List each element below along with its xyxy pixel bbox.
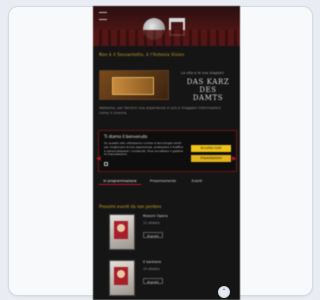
event-poster[interactable] xyxy=(109,214,135,250)
event-date: 19 ottobre xyxy=(143,267,160,271)
scroll-up-icon[interactable]: ⌃ xyxy=(218,286,230,298)
event-tickets-button[interactable]: Biglietti xyxy=(143,232,163,238)
hero-banner xyxy=(93,6,240,46)
body-text: Abbiamo, per fornirvi una esperienza in … xyxy=(99,106,221,115)
ad-title: DAS KARZ DES DAMTS xyxy=(183,78,233,102)
event-tickets-button[interactable]: Biglietti xyxy=(143,278,163,284)
event-title[interactable]: Rossini Opera xyxy=(143,214,168,218)
tab-prossimamente[interactable]: Prossimamente xyxy=(145,178,181,184)
ad-image-frame xyxy=(112,77,154,95)
cookie-checkbox[interactable] xyxy=(104,162,108,166)
chevron-right-icon[interactable]: ▶ xyxy=(232,156,237,162)
cookie-dialog: Ti diamo il benvenuto Su questo sito uti… xyxy=(98,130,237,172)
chevron-left-icon[interactable]: ◀ xyxy=(96,156,101,162)
tab-bar: In programmazione Prossimamente Eventi xyxy=(99,178,235,186)
tab-in-programmazione[interactable]: In programmazione xyxy=(99,178,141,185)
accept-button[interactable]: Accetta tutti xyxy=(191,145,231,152)
poster-face xyxy=(117,224,125,232)
phone-screenshot: Non è il Sessantotto, è l'Antonia Vision… xyxy=(93,6,240,300)
theater-seats xyxy=(93,30,240,46)
cookie-dialog-title: Ti diamo il benvenuto xyxy=(104,134,148,139)
ad-title-line2: DES DAMTS xyxy=(192,86,224,102)
poster-face xyxy=(117,270,125,278)
menu-icon[interactable] xyxy=(99,12,107,20)
tab-eventi[interactable]: Eventi xyxy=(185,178,209,184)
ad-title-line1: DAS KARZ xyxy=(186,78,230,86)
ad-image[interactable] xyxy=(99,70,169,100)
event-poster[interactable] xyxy=(109,260,135,296)
event-title[interactable]: Il barbiere xyxy=(143,260,161,264)
promo-line[interactable]: Non è il Sessantotto, è l'Antonia Vision xyxy=(99,52,184,57)
settings-button[interactable]: Impostazioni xyxy=(191,155,231,162)
section-title: Prossimi eventi da non perdere xyxy=(99,204,162,209)
event-date: 12 ottobre xyxy=(143,221,160,225)
cookie-dialog-text: Su questo sito utilizziamo cookie e tecn… xyxy=(104,141,184,157)
ad-top-text: La vita e le sue stagioni xyxy=(181,71,224,75)
